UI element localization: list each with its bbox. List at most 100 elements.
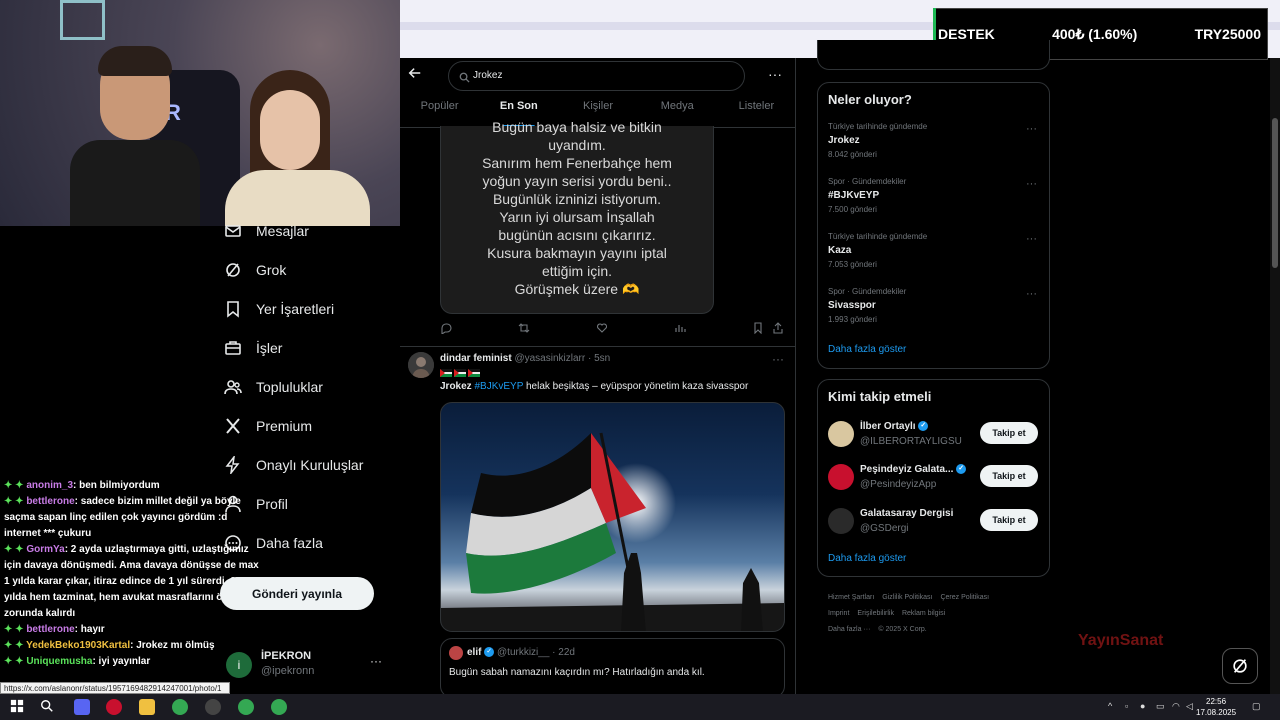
account-more-icon[interactable]: ··· xyxy=(370,654,382,668)
trend-item[interactable]: Türkiye tarihinde gündemde Jrokez 8.042 … xyxy=(828,121,1038,161)
footer-link[interactable]: Imprint xyxy=(828,610,849,617)
nav-communities-label: Topluluklar xyxy=(256,379,323,395)
trend-meta: Spor · Gündemdekiler xyxy=(828,177,907,186)
trend-item[interactable]: Spor · Gündemdekiler Sivasspor 1.993 gön… xyxy=(828,286,1038,326)
page-scrollbar[interactable] xyxy=(1270,58,1280,694)
discord-icon[interactable] xyxy=(74,699,90,715)
chat-text: : iyi yayınlar xyxy=(92,656,151,667)
follow-suggestion[interactable]: Peşindeyiz Galata... ✓ @PesindeyizApp Ta… xyxy=(828,460,1043,494)
tweet-mention[interactable]: Jrokez xyxy=(440,381,472,392)
nav-messages[interactable]: Mesajlar xyxy=(224,222,309,240)
follow-suggestion[interactable]: İlber Ortaylı ✓ @ILBERORTAYLIGSU Takip e… xyxy=(828,417,1043,451)
footer-row: Daha fazla ··· © 2025 X Corp. xyxy=(828,622,1048,638)
search-icon[interactable] xyxy=(40,699,56,715)
footer-link[interactable]: Gizlilik Politikası xyxy=(882,594,932,601)
chrome-icon[interactable] xyxy=(238,699,254,715)
footer-link[interactable]: Hizmet Şartları xyxy=(828,594,874,601)
mail-icon xyxy=(224,222,242,240)
nav-bookmarks[interactable]: Yer İşaretleri xyxy=(224,300,334,318)
tweet-author-name[interactable]: dindar feminist xyxy=(440,353,512,364)
nav-jobs[interactable]: İşler xyxy=(224,339,282,357)
tray-chevron-icon[interactable]: ^ xyxy=(1108,701,1112,711)
suggestion-name: Peşindeyiz Galata... ✓ xyxy=(860,464,967,475)
nav-verified-orgs[interactable]: Onaylı Kuruluşlar xyxy=(224,456,363,474)
suggestion-handle: @PesindeyizApp xyxy=(860,479,937,490)
obs-icon[interactable] xyxy=(205,699,221,715)
follow-button[interactable]: Takip et xyxy=(980,509,1038,531)
like-icon[interactable] xyxy=(596,321,610,335)
quote-text: Bugün sabah namazını kaçırdın mı? Hatırl… xyxy=(449,667,705,678)
trend-item[interactable]: Türkiye tarihinde gündemde Kaza 7.053 gö… xyxy=(828,231,1038,271)
search-input[interactable]: Jrokez xyxy=(448,61,745,91)
image-text-line: Görüşmek üzere 🫶 xyxy=(514,281,640,297)
trend-item[interactable]: Spor · Gündemdekiler #BJKvEYP 7.500 gönd… xyxy=(828,176,1038,216)
tweet-divider xyxy=(400,346,795,347)
notification-icon[interactable]: ▢ xyxy=(1252,701,1261,712)
bookmark-icon[interactable] xyxy=(752,321,766,335)
back-arrow-icon[interactable] xyxy=(408,66,424,82)
repost-icon[interactable] xyxy=(518,321,532,335)
image-text-line: Sanırım hem Fenerbahçe hem xyxy=(482,155,672,171)
nav-premium[interactable]: Premium xyxy=(224,417,312,435)
account-switcher[interactable]: i İPEKRON @ipekronn ··· xyxy=(226,650,386,686)
footer-link[interactable]: Erişilebilirlik xyxy=(857,610,894,617)
trends-title: Neler oluyor? xyxy=(828,92,912,107)
nav-profile-label: Profil xyxy=(256,496,288,512)
follow-show-more-link[interactable]: Daha fazla göster xyxy=(828,553,906,564)
footer-link[interactable]: Çerez Politikası xyxy=(940,594,989,601)
folder-icon[interactable] xyxy=(139,699,155,715)
footer-link[interactable]: Reklam bilgisi xyxy=(902,610,945,617)
nav-communities[interactable]: Topluluklar xyxy=(224,378,323,396)
reply-icon[interactable] xyxy=(440,321,454,336)
windows-start-icon[interactable] xyxy=(10,699,26,715)
app-icon[interactable] xyxy=(106,699,122,715)
tweet-author-handle[interactable]: @yasasinkizlarr · 5sn xyxy=(514,353,610,364)
follow-suggestion[interactable]: Galatasaray Dergisi @GSDergi Takip et xyxy=(828,504,1043,538)
tray-device-icon[interactable]: ▫ xyxy=(1125,701,1128,711)
tweet-more-icon[interactable]: ··· xyxy=(772,352,784,366)
tray-volume-icon[interactable]: ◁ xyxy=(1186,701,1193,712)
trend-name: #BJKvEYP xyxy=(828,190,880,201)
follow-button[interactable]: Takip et xyxy=(980,422,1038,444)
trend-more-icon[interactable]: ··· xyxy=(1026,233,1037,245)
share-icon[interactable] xyxy=(772,321,786,335)
flag-emojis xyxy=(440,369,480,377)
palestine-flag-icon xyxy=(440,369,452,377)
footer-link[interactable]: Daha fazla ··· xyxy=(828,626,870,633)
avatar xyxy=(828,421,854,447)
tweet-photo[interactable] xyxy=(440,402,785,632)
suggestion-name: Galatasaray Dergisi xyxy=(860,508,954,519)
tray-network-icon[interactable]: ▭ xyxy=(1156,701,1165,712)
trend-more-icon[interactable]: ··· xyxy=(1026,178,1037,190)
chrome-icon[interactable] xyxy=(271,699,287,715)
follow-button[interactable]: Takip et xyxy=(980,465,1038,487)
post-button[interactable]: Gönderi yayınla xyxy=(220,577,374,610)
search-more-icon[interactable]: ··· xyxy=(768,66,782,82)
tray-mic-icon[interactable]: ● xyxy=(1140,701,1145,711)
scroll-thumb[interactable] xyxy=(1272,118,1278,268)
chrome-icon[interactable] xyxy=(172,699,188,715)
taskbar-clock[interactable]: 22:56 17.08.2025 xyxy=(1196,696,1236,718)
nav-grok[interactable]: Grok xyxy=(224,261,286,279)
nav-messages-label: Mesajlar xyxy=(256,223,309,239)
trend-more-icon[interactable]: ··· xyxy=(1026,288,1037,300)
views-icon[interactable] xyxy=(674,321,688,335)
image-text-line: bugünün acısını çıkarırız. xyxy=(498,227,656,243)
avatar[interactable] xyxy=(408,352,434,378)
main-timeline: Jrokez ··· Popüler En Son Kişiler Medya … xyxy=(400,58,796,694)
chat-message: ✦ ✦ YedekBeko1903Kartal: Jrokez mı ölmüş xyxy=(4,638,260,654)
quote-author-name: elif xyxy=(467,647,482,658)
grok-floating-button[interactable] xyxy=(1222,648,1258,684)
tab-lists[interactable]: Listeler xyxy=(717,100,795,127)
trend-more-icon[interactable]: ··· xyxy=(1026,123,1037,135)
tweet-hashtag[interactable]: #BJKvEYP xyxy=(474,381,523,392)
trends-show-more-link[interactable]: Daha fazla göster xyxy=(828,344,906,355)
palestine-flag-icon xyxy=(454,369,466,377)
tweet-image-text[interactable]: Bugün baya halsiz ve bitkin uyandım. San… xyxy=(440,119,714,314)
trend-name: Kaza xyxy=(828,245,852,256)
briefcase-icon xyxy=(224,339,242,357)
trend-count: 8.042 gönderi xyxy=(828,150,877,159)
quoted-tweet[interactable]: elif ✓ @turkkizi__ · 22d Bugün sabah nam… xyxy=(440,638,785,694)
tray-wifi-icon[interactable]: ◠ xyxy=(1172,701,1180,712)
trend-meta: Türkiye tarihinde gündemde xyxy=(828,122,928,131)
